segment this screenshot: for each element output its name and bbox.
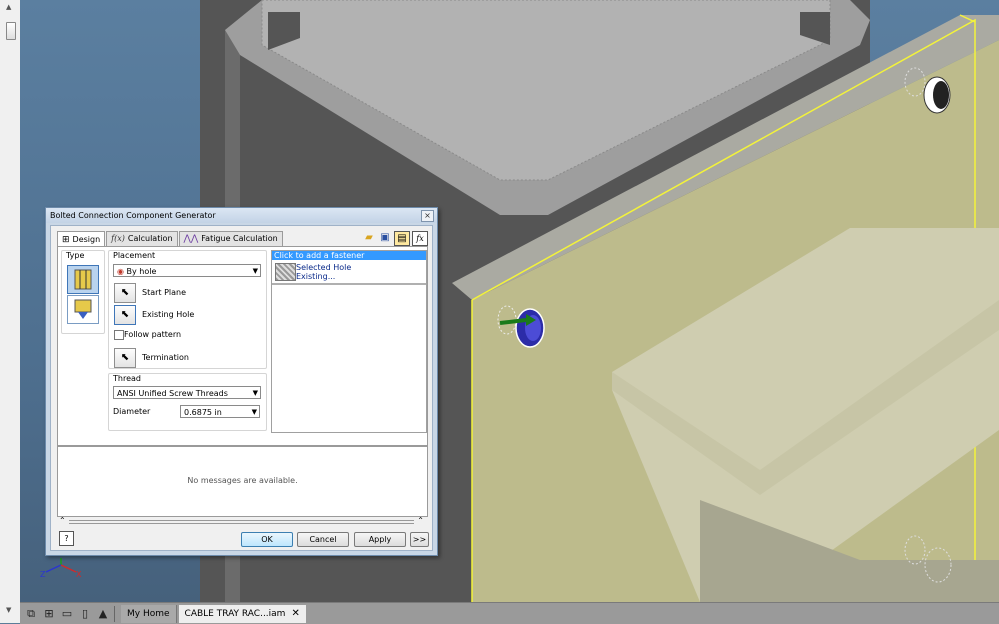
- design-tab-panel: Type Placement ◉ By hole ▼ ⬉ Start Plane…: [57, 246, 428, 446]
- tab-separator: [114, 605, 115, 622]
- tab-calculation[interactable]: f(x) Calculation: [106, 231, 178, 246]
- termination-label: Termination: [142, 353, 189, 362]
- save-icon[interactable]: ▣: [378, 231, 392, 244]
- coordinate-triad: Z X: [40, 558, 82, 579]
- fx-toggle-icon[interactable]: fx: [412, 231, 428, 246]
- follow-pattern-label: Follow pattern: [124, 330, 182, 339]
- dialog-tabs: ⊞ Design f(x) Calculation ⋀⋀ Fatigue Cal…: [57, 231, 284, 247]
- placement-label: Placement: [113, 251, 156, 260]
- splitter-grip: [69, 520, 414, 524]
- through-bolt-icon: [74, 269, 92, 290]
- arrange-up-icon[interactable]: ▲: [96, 607, 110, 621]
- options-icon[interactable]: ▤: [394, 231, 410, 246]
- add-fastener-item[interactable]: Click to add a fastener: [272, 251, 426, 260]
- blind-bolt-type-button[interactable]: [67, 295, 99, 324]
- existing-hole-label: Existing Hole: [142, 310, 195, 319]
- close-tab-icon[interactable]: ✕: [291, 605, 299, 623]
- through-bolt-type-button[interactable]: [67, 265, 99, 294]
- messages-panel: No messages are available.: [57, 446, 428, 517]
- fastener-list[interactable]: Click to add a fastener Selected Hole Ex…: [271, 250, 427, 433]
- follow-pattern-checkbox[interactable]: [114, 330, 124, 340]
- list-item-selected-hole[interactable]: Selected Hole: [296, 263, 351, 272]
- collapse-up-icon[interactable]: ⌃: [59, 516, 66, 525]
- placement-mode-value: By hole: [126, 267, 157, 276]
- triad-x-label: X: [76, 570, 82, 579]
- blind-bolt-icon: [74, 299, 92, 319]
- placement-mode-select[interactable]: ◉ By hole ▼: [113, 264, 261, 277]
- list-divider: [272, 283, 426, 285]
- tab-my-home[interactable]: My Home: [121, 604, 177, 623]
- tile-vertical-icon[interactable]: ▯: [78, 607, 92, 621]
- dialog-toolbar: ▰ ▣ ▤ fx: [362, 231, 428, 246]
- tab-design[interactable]: ⊞ Design: [57, 231, 106, 247]
- tab-fatigue-calculation[interactable]: ⋀⋀ Fatigue Calculation: [178, 231, 283, 246]
- diameter-label: Diameter: [113, 407, 151, 416]
- chevron-down-icon: ▼: [251, 408, 257, 416]
- chevron-down-icon: ▼: [252, 389, 258, 397]
- scrollbar-thumb[interactable]: [6, 22, 16, 40]
- diameter-select[interactable]: 0.6875 in ▼: [180, 405, 260, 418]
- placement-group: Placement ◉ By hole ▼ ⬉ Start Plane ⬉ Ex…: [108, 250, 267, 369]
- thread-group: Thread ANSI Unified Screw Threads ▼ Diam…: [108, 373, 267, 431]
- vertical-scrollbar[interactable]: ▲ ▼: [0, 0, 21, 623]
- fatigue-icon: ⋀⋀: [183, 234, 199, 244]
- panel-splitter[interactable]: ⌃ ⌃: [57, 516, 426, 525]
- apply-button[interactable]: Apply: [354, 532, 406, 547]
- more-button[interactable]: >>: [410, 532, 429, 547]
- by-hole-icon: ◉: [117, 267, 124, 276]
- tile-grid-icon[interactable]: ⊞: [42, 607, 56, 621]
- type-label: Type: [66, 251, 85, 260]
- cancel-button[interactable]: Cancel: [297, 532, 349, 547]
- tile-horizontal-icon[interactable]: ▭: [60, 607, 74, 621]
- thread-type-select[interactable]: ANSI Unified Screw Threads ▼: [113, 386, 261, 399]
- expand-up-icon[interactable]: ⌃: [417, 516, 424, 525]
- chevron-down-icon: ▼: [252, 267, 258, 275]
- existing-hole-pick-button[interactable]: ⬉: [114, 305, 136, 325]
- fx-icon: f(x): [111, 234, 125, 243]
- tab-calculation-label: Calculation: [127, 234, 173, 243]
- list-item-existing[interactable]: Existing...: [296, 272, 335, 281]
- ok-button[interactable]: OK: [241, 532, 293, 547]
- messages-text: No messages are available.: [187, 476, 298, 485]
- close-dialog-button[interactable]: ×: [421, 210, 434, 222]
- cursor-arrow-icon: ⬉: [120, 352, 130, 363]
- start-plane-pick-button[interactable]: ⬉: [114, 283, 136, 303]
- cascade-windows-icon[interactable]: ⧉: [24, 607, 38, 621]
- triad-z-label: Z: [40, 570, 46, 579]
- dialog-title: Bolted Connection Component Generator: [46, 208, 437, 223]
- scroll-down-icon[interactable]: ▼: [6, 606, 11, 614]
- bolted-connection-dialog: Bolted Connection Component Generator × …: [45, 207, 438, 556]
- tab-fatigue-label: Fatigue Calculation: [201, 234, 278, 243]
- document-tab-bar: ⧉ ⊞ ▭ ▯ ▲ My Home CABLE TRAY RAC...iam ✕: [20, 602, 999, 624]
- tab-design-label: Design: [72, 234, 101, 244]
- design-icon: ⊞: [62, 234, 70, 245]
- help-button[interactable]: ?: [59, 531, 74, 546]
- thread-type-value: ANSI Unified Screw Threads: [117, 389, 228, 398]
- thread-label: Thread: [113, 374, 141, 383]
- hole-preview-icon: [275, 263, 296, 281]
- dialog-body: ⊞ Design f(x) Calculation ⋀⋀ Fatigue Cal…: [50, 225, 433, 551]
- diameter-value: 0.6875 in: [184, 408, 222, 417]
- termination-pick-button[interactable]: ⬉: [114, 348, 136, 368]
- cursor-arrow-icon: ⬉: [120, 287, 130, 298]
- type-group: Type: [61, 250, 105, 334]
- open-folder-icon[interactable]: ▰: [362, 231, 376, 244]
- tab-document-label: CABLE TRAY RAC...iam: [184, 608, 286, 619]
- start-plane-label: Start Plane: [142, 288, 187, 297]
- tab-cable-tray-assembly[interactable]: CABLE TRAY RAC...iam ✕: [178, 604, 306, 623]
- scroll-up-icon[interactable]: ▲: [6, 3, 11, 11]
- cursor-arrow-icon: ⬉: [120, 309, 130, 320]
